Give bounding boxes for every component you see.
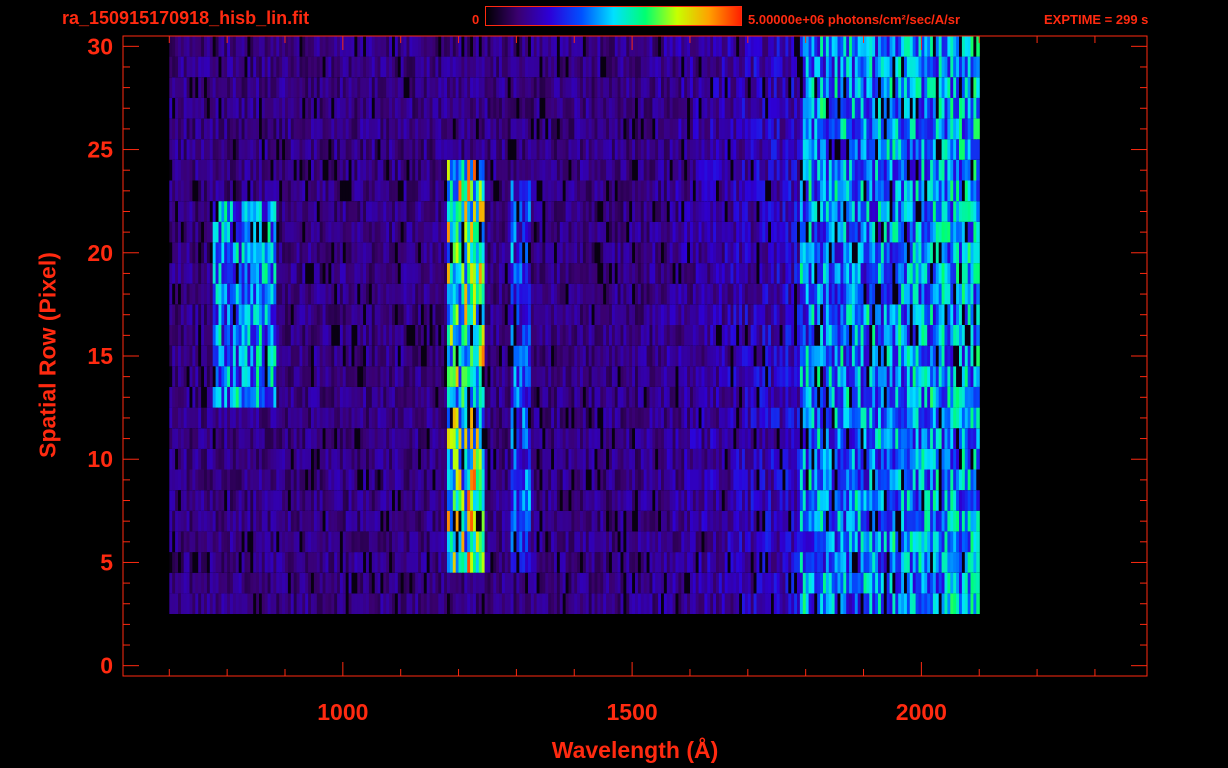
- heatmap-cell: [976, 510, 980, 532]
- heatmap-cell: [976, 490, 980, 511]
- heatmap-plot: 1000 1500 2000051015202530: [87, 33, 1148, 725]
- heatmap-cells: [169, 36, 980, 614]
- heatmap-cell: [976, 531, 980, 553]
- heatmap-cell: [976, 345, 980, 367]
- heatmap-cell: [976, 387, 980, 408]
- heatmap-cell: [976, 469, 980, 491]
- heatmap-cell: [976, 283, 980, 305]
- heatmap-cell: [976, 448, 980, 470]
- heatmap-cell: [976, 263, 980, 284]
- heatmap-cell: [976, 325, 980, 346]
- heatmap-cell: [976, 366, 980, 387]
- heatmap-cell: [976, 428, 980, 449]
- heatmap-cell: [976, 552, 980, 573]
- heatmap-cell: [976, 407, 980, 429]
- heatmap-cell: [976, 593, 980, 614]
- heatmap-cell: [976, 572, 980, 594]
- heatmap-cell: [976, 304, 980, 325]
